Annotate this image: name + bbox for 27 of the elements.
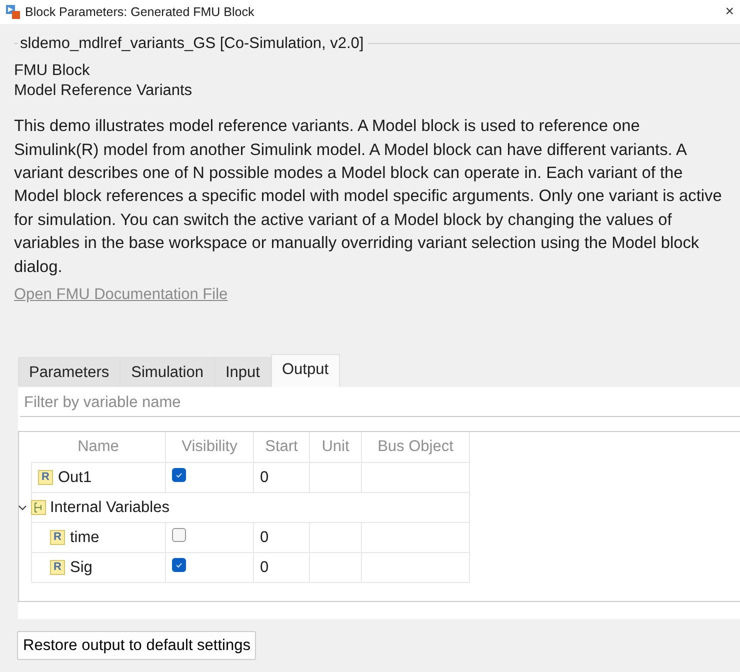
- variable-name: time: [70, 528, 100, 548]
- variable-name: Sig: [70, 558, 92, 578]
- start-value: 0: [260, 559, 269, 576]
- start-value: 0: [260, 469, 269, 486]
- close-button[interactable]: ×: [725, 0, 734, 24]
- description-text: This demo illustrates model reference variants. A Model block is used to reference one Simulink(R) model from another Simulink model. A Model block can have different variants. A variant describes one of N possible modes a Model block can operate in. Each variant of the Model block references a specific model with model specific arguments. Only one variant is active for simulation. You can switch the active variant of a Model block by changing the values of variables in the base workspace or manually overriding variant selection using the Model block dialog.: [14, 116, 723, 278]
- tab[interactable]: Input: [214, 357, 271, 387]
- group-icon: [31, 500, 46, 516]
- restore-defaults-button[interactable]: Restore output to default settings: [17, 630, 256, 660]
- variable-icon: R: [50, 530, 65, 546]
- group-title: sldemo_mdlref_variants_GS [Co-Simulation, v2.0]: [20, 34, 364, 54]
- block-name: Model Reference Variants: [14, 81, 194, 102]
- tab[interactable]: Simulation: [120, 357, 214, 387]
- variable-icon: R: [38, 470, 53, 486]
- visibility-checkbox[interactable]: [172, 558, 186, 572]
- visibility-checkbox[interactable]: [172, 528, 186, 542]
- window-title: Block Parameters: Generated FMU Block: [25, 4, 254, 21]
- group-name: Internal Variables: [50, 498, 170, 518]
- expand-caret-icon[interactable]: [18, 503, 27, 512]
- variable-name: Out1: [58, 468, 92, 488]
- visibility-checkbox[interactable]: [172, 468, 186, 482]
- variable-icon: R: [50, 560, 65, 576]
- app-icon: [6, 5, 20, 19]
- tab[interactable]: Output: [270, 354, 340, 387]
- block-type: FMU Block: [14, 61, 91, 82]
- tab[interactable]: Parameters: [18, 357, 120, 387]
- start-value: 0: [260, 529, 269, 546]
